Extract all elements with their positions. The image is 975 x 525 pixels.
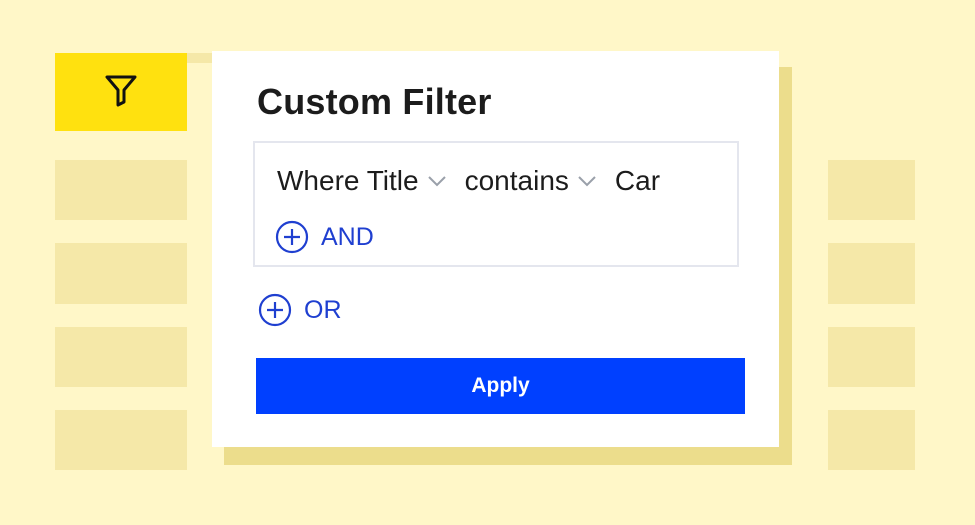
add-or-group-button[interactable]: OR: [258, 293, 342, 327]
chevron-down-icon: [427, 175, 447, 187]
chevron-down-icon: [577, 175, 597, 187]
placeholder-row-right-2: [828, 243, 915, 304]
operator-select-label: contains: [464, 165, 569, 196]
or-label: OR: [304, 295, 342, 324]
value-input[interactable]: Car: [615, 165, 660, 197]
operator-select[interactable]: contains: [465, 165, 615, 197]
custom-filter-dialog: Custom Filter Where Title contains Car A…: [212, 51, 779, 447]
filter-button[interactable]: [55, 53, 187, 131]
placeholder-row-right-4: [828, 410, 915, 470]
field-select-label: Where Title: [277, 165, 419, 196]
funnel-icon: [103, 72, 139, 113]
add-and-condition-button[interactable]: AND: [275, 220, 374, 254]
field-select[interactable]: Where Title: [277, 165, 465, 197]
dialog-title: Custom Filter: [257, 81, 492, 122]
and-label: AND: [321, 222, 374, 251]
plus-circle-icon: [258, 293, 292, 327]
apply-button[interactable]: Apply: [256, 358, 745, 414]
placeholder-row-right-1: [828, 160, 915, 220]
placeholder-row-left-4: [55, 410, 187, 470]
placeholder-row-left-1: [55, 160, 187, 220]
filter-rule: Where Title contains Car: [277, 165, 660, 197]
rule-group: Where Title contains Car AND: [253, 141, 739, 267]
placeholder-row-right-3: [828, 327, 915, 387]
plus-circle-icon: [275, 220, 309, 254]
placeholder-row-left-2: [55, 243, 187, 304]
placeholder-row-left-3: [55, 327, 187, 387]
